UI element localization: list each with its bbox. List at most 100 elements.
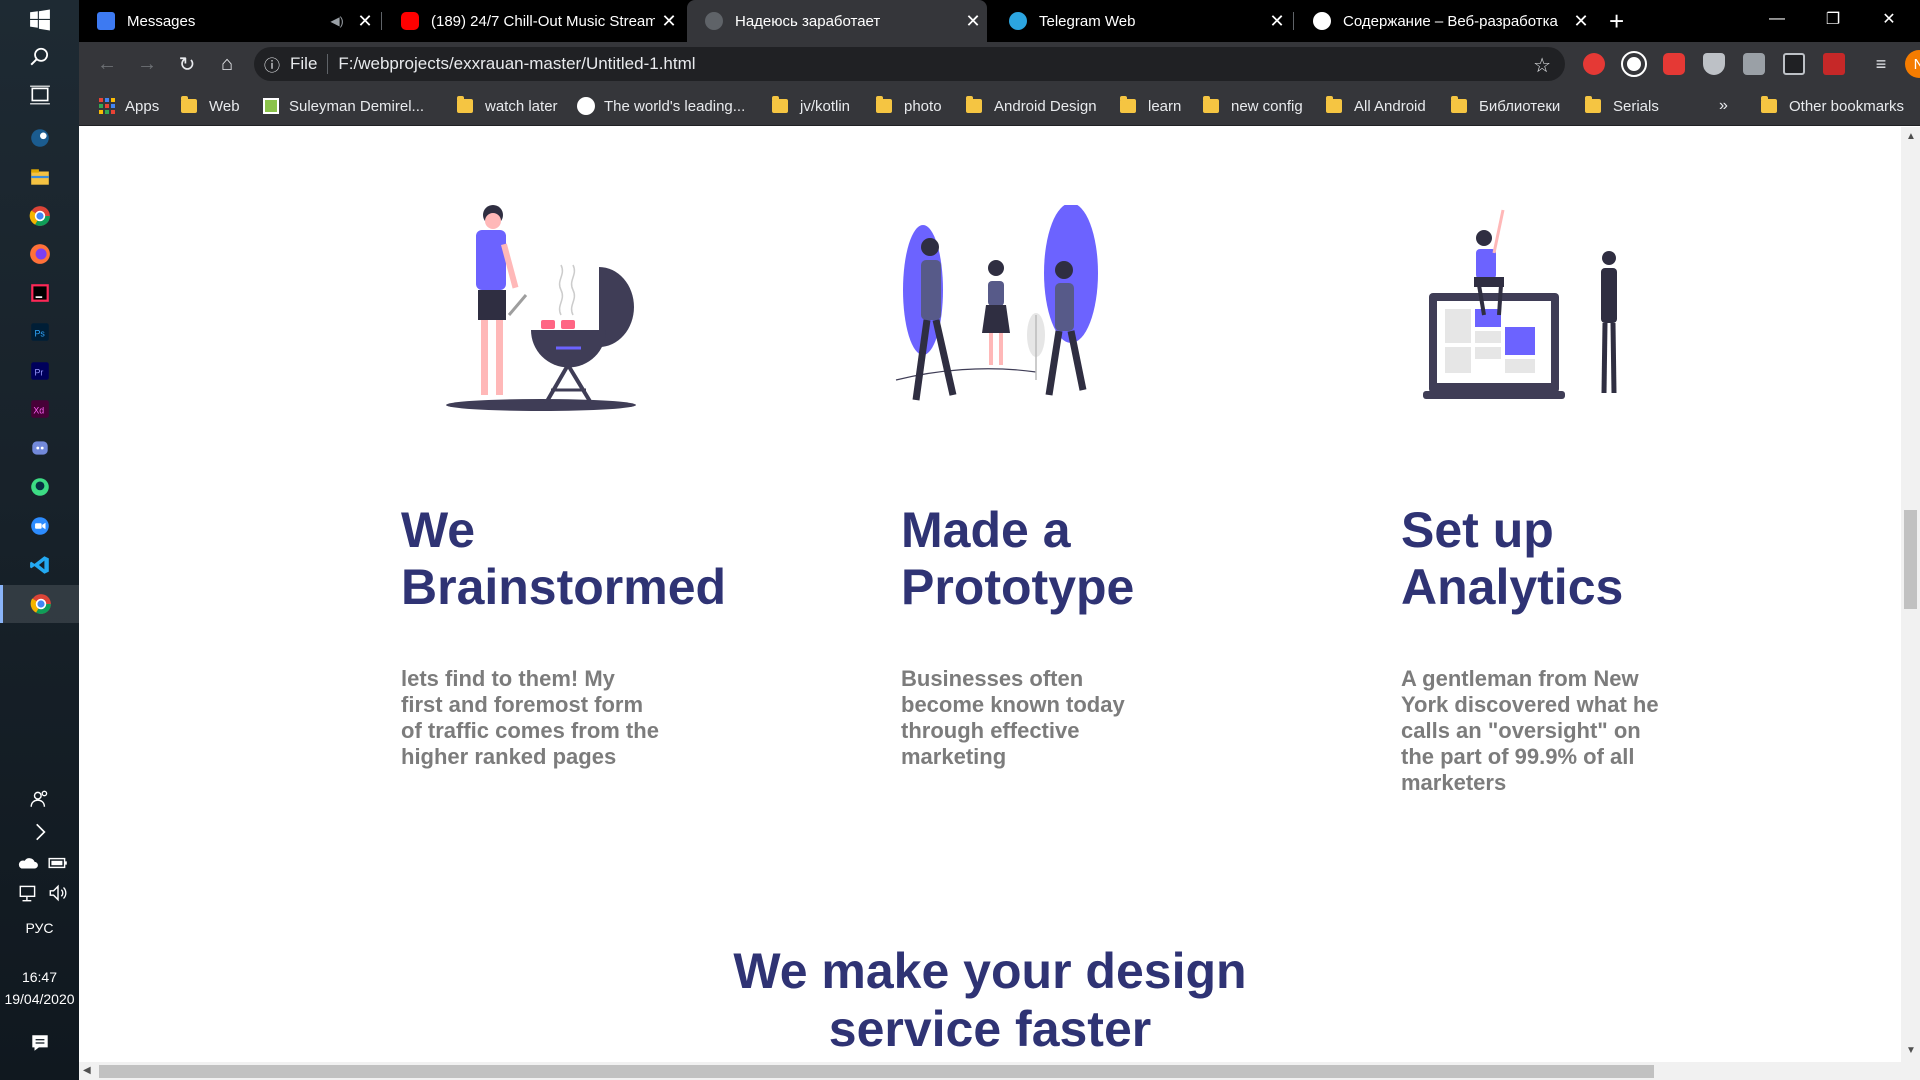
- bookmarks-overflow-button[interactable]: »: [1719, 96, 1728, 116]
- chrome-icon[interactable]: [0, 197, 79, 235]
- close-icon[interactable]: ✕: [959, 11, 987, 32]
- bookmark-github[interactable]: The world's leading...: [577, 96, 745, 116]
- intellij-icon[interactable]: [0, 274, 79, 312]
- folder-icon: [1451, 96, 1467, 113]
- bookmark-photo[interactable]: photo: [876, 96, 942, 116]
- close-icon[interactable]: ✕: [351, 11, 379, 32]
- close-icon[interactable]: ✕: [1567, 11, 1595, 32]
- new-tab-button[interactable]: +: [1599, 0, 1639, 42]
- feature-title: Set up Analytics: [1401, 502, 1821, 616]
- site-info-icon[interactable]: ⓘ: [254, 52, 290, 76]
- tab-separator: [1293, 12, 1294, 30]
- pdf-extension-icon[interactable]: [1823, 53, 1845, 75]
- shield-icon[interactable]: [1703, 53, 1725, 75]
- adblock-plus-icon[interactable]: [1663, 53, 1685, 75]
- forward-icon[interactable]: →: [131, 48, 163, 80]
- tab-mdn[interactable]: Содержание – Веб-разработка ✕: [1295, 0, 1595, 42]
- windows-start-icon[interactable]: [0, 1, 79, 39]
- apps-grid-icon: [99, 98, 115, 114]
- close-icon[interactable]: ✕: [1263, 11, 1291, 32]
- tab-active-page[interactable]: Надеюсь заработает ✕: [687, 0, 987, 42]
- clock-date[interactable]: 19/04/2020: [0, 991, 79, 1007]
- window-close-icon[interactable]: ✕: [1861, 0, 1917, 38]
- bookmark-web[interactable]: Web: [181, 96, 240, 116]
- bookmark-label: All Android: [1354, 97, 1426, 115]
- address-bar[interactable]: ⓘ File F:/webprojects/exxrauan-master/Un…: [254, 47, 1565, 81]
- firefox-icon[interactable]: [0, 235, 79, 273]
- premiere-icon[interactable]: Pr: [0, 352, 79, 390]
- tab-audio-icon[interactable]: ◀︎): [323, 14, 351, 28]
- bookmark-learn[interactable]: learn: [1120, 96, 1181, 116]
- tab-separator: [381, 12, 382, 30]
- bookmark-android-design[interactable]: Android Design: [966, 96, 1097, 116]
- lightbulb-extension-icon[interactable]: [1743, 53, 1765, 75]
- scroll-down-arrow-icon[interactable]: ▼: [1906, 1045, 1916, 1056]
- minimize-icon[interactable]: —: [1749, 0, 1805, 38]
- bookmark-label: learn: [1148, 97, 1182, 115]
- ublock-extension-icon[interactable]: [1583, 53, 1605, 75]
- tab-strip: Messages ◀︎) ✕ (189) 24/7 Chill-Out Musi…: [79, 0, 1920, 42]
- scroll-left-arrow-icon[interactable]: ◀: [83, 1065, 91, 1076]
- zoom-icon[interactable]: [0, 507, 79, 545]
- other-bookmarks[interactable]: Other bookmarks: [1761, 96, 1904, 116]
- file-explorer-icon[interactable]: [0, 158, 79, 196]
- feature-title-line2: Analytics: [1401, 559, 1624, 615]
- tab-title: (189) 24/7 Chill-Out Music Stream: [431, 12, 655, 30]
- bookmark-star-icon[interactable]: ☆: [1533, 53, 1551, 78]
- volume-icon[interactable]: [38, 874, 78, 912]
- clock-time[interactable]: 16:47: [0, 969, 79, 985]
- vertical-scroll-thumb[interactable]: [1904, 510, 1917, 609]
- bookmark-apps[interactable]: Apps: [99, 96, 159, 116]
- bookmark-label: new config: [1231, 97, 1303, 115]
- github-icon: [577, 97, 595, 115]
- adobe-xd-icon[interactable]: Xd: [0, 390, 79, 428]
- bookmark-label: Apps: [125, 97, 160, 115]
- folder-icon: [1203, 96, 1219, 113]
- discord-icon[interactable]: [0, 429, 79, 467]
- back-icon[interactable]: ←: [91, 48, 123, 80]
- walking-people-illustration: [895, 205, 1098, 401]
- bookmark-serials[interactable]: Serials: [1585, 96, 1659, 116]
- action-center-icon[interactable]: [0, 1024, 79, 1062]
- bookmark-new-config[interactable]: new config: [1203, 96, 1303, 116]
- bookmark-jv-kotlin[interactable]: jv/kotlin: [772, 96, 850, 116]
- tab-title: Надеюсь заработает: [735, 12, 881, 30]
- scroll-up-arrow-icon[interactable]: ▲: [1906, 131, 1916, 142]
- search-icon[interactable]: [0, 38, 79, 76]
- folder-icon: [1761, 96, 1777, 113]
- bookmark-label: watch later: [485, 97, 558, 115]
- task-view-icon[interactable]: [0, 76, 79, 114]
- address-url[interactable]: F:/webprojects/exxrauan-master/Untitled-…: [338, 54, 695, 74]
- svg-text:Xd: Xd: [33, 405, 44, 415]
- speed-extension-icon[interactable]: [1621, 51, 1647, 77]
- feature-title-line1: Made a: [901, 502, 1071, 558]
- tab-telegram[interactable]: Telegram Web ✕: [991, 0, 1291, 42]
- tab-messages[interactable]: Messages ◀︎) ✕: [79, 0, 379, 42]
- profile-avatar[interactable]: N: [1905, 50, 1920, 78]
- bookmark-watch-later[interactable]: watch later: [457, 96, 558, 116]
- vertical-scrollbar[interactable]: ▲ ▼: [1901, 127, 1920, 1062]
- close-icon[interactable]: ✕: [655, 11, 683, 32]
- home-icon[interactable]: ⌂: [211, 48, 243, 80]
- android-studio-icon[interactable]: [0, 468, 79, 506]
- reload-icon[interactable]: ↻: [171, 48, 203, 80]
- photoshop-icon[interactable]: Ps: [0, 313, 79, 351]
- tab-title: Messages: [127, 12, 196, 30]
- tab-youtube[interactable]: (189) 24/7 Chill-Out Music Stream ✕: [383, 0, 683, 42]
- bookmark-suleyman[interactable]: Suleyman Demirel...: [263, 96, 424, 116]
- windows-taskbar: Ps Pr Xd РУС 16:47 19/04/2020: [0, 0, 79, 1080]
- vscode-icon[interactable]: [0, 546, 79, 584]
- bookmark-libraries[interactable]: Библиотеки: [1451, 96, 1560, 116]
- input-language[interactable]: РУС: [0, 920, 79, 936]
- horizontal-scroll-thumb[interactable]: [99, 1065, 1654, 1078]
- cube-extension-icon[interactable]: [1783, 53, 1805, 75]
- media-control-icon[interactable]: ≡: [1865, 48, 1897, 80]
- bookmark-all-android[interactable]: All Android: [1326, 96, 1426, 116]
- bookmark-label: photo: [904, 97, 942, 115]
- steam-icon[interactable]: [0, 119, 79, 157]
- restore-icon[interactable]: ❐: [1805, 0, 1861, 38]
- chrome-running-icon[interactable]: [0, 585, 79, 623]
- horizontal-scrollbar[interactable]: ◀: [79, 1062, 1920, 1080]
- folder-icon: [1585, 96, 1601, 113]
- barbecue-illustration: [446, 205, 636, 411]
